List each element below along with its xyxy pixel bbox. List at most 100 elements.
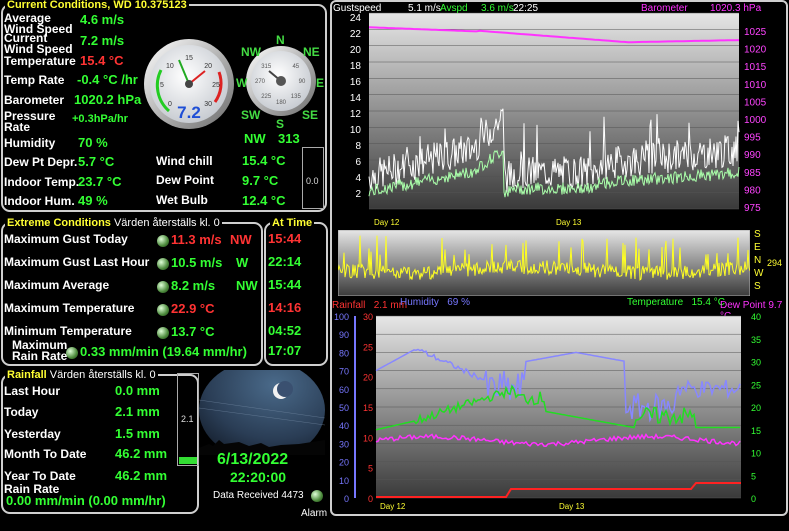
indoor-hum-value: 49 % <box>78 193 108 208</box>
axis-tick-label: 30 <box>339 439 349 449</box>
dew-depression-value: 5.7 °C <box>78 154 115 169</box>
axis-tick-label: 50 <box>339 403 349 413</box>
extreme-row-label: Maximum Gust Today <box>4 232 128 246</box>
rain-today-value: 2.1 mm <box>115 404 160 419</box>
axis-tick-label: 0 <box>344 494 349 504</box>
extreme-row-value: 10.5 m/s <box>171 255 223 270</box>
gauge-tick-label: 15 <box>185 55 193 62</box>
compass-tick-label: 225 <box>261 94 272 100</box>
rain-year-label: Year To Date <box>4 469 76 483</box>
extreme-row-value: 0.33 mm/min (19.64 mm/hr) <box>80 344 247 359</box>
extreme-row-direction: NW <box>236 278 258 293</box>
compass-se: SE <box>302 108 319 122</box>
axis-tick-label: 30 <box>751 358 761 368</box>
gauge-tick-label: 30 <box>204 101 212 108</box>
wind-barometer-graph: 24 22 20 18 16 14 12 10 8 6 4 2 1025 1020 1015 1010 100… <box>350 12 767 227</box>
extreme-row-time: 15:44 <box>268 231 302 246</box>
alarm-indicator <box>311 490 323 502</box>
axis-tick-label: 16 <box>350 77 362 88</box>
small-value-box: 0.0 <box>302 147 324 209</box>
extreme-row-label: Minimum Temperature <box>4 324 132 338</box>
cam-date: 6/13/2022 <box>217 451 289 468</box>
baro-header-label: Barometer <box>641 3 688 14</box>
axis-tick-label: 12 <box>350 109 362 120</box>
temp-series-label: Temperature 15.4 °C <box>627 297 725 308</box>
axis-tick-label: 40 <box>751 312 761 322</box>
axis-tick-label: 1020 <box>744 45 767 56</box>
day-label: Day 12 <box>380 502 406 511</box>
axis-tick-label: 100 <box>334 312 349 322</box>
axis-tick-label: 2 <box>355 189 361 200</box>
gust-header-label: Gustspeed <box>333 3 382 14</box>
gauge-tick-label: 5 <box>160 82 164 89</box>
indoor-temp-label: Indoor Temp. <box>4 175 80 189</box>
webcam-image <box>199 370 325 455</box>
alarm-label: Alarm <box>301 508 328 519</box>
cam-time: 22:20:00 <box>230 469 287 485</box>
rain-month-value: 46.2 mm <box>115 446 168 461</box>
extreme-row-led <box>157 327 169 339</box>
barometer-value: 1020.2 hPa <box>74 92 142 107</box>
temp-rate-value: -0.4 °C /hr <box>77 72 138 87</box>
compass-ne: NE <box>303 45 320 59</box>
compass-s: S <box>276 117 285 131</box>
axis-tick-label: 985 <box>744 168 761 179</box>
gauge-tick-label: 20 <box>204 63 212 70</box>
axis-tick-label: 6 <box>355 157 361 168</box>
axis-tick-label: 10 <box>751 449 761 459</box>
direction-value: 294 <box>767 258 783 268</box>
extreme-row-value: 11.3 m/s <box>171 232 222 247</box>
baro-header-value: 1020.3 hPa <box>710 3 762 14</box>
compass-w: W <box>236 76 248 90</box>
axis-tick-label: 1025 <box>744 27 767 38</box>
compass-n: N <box>276 33 285 47</box>
humidity-label: Humidity <box>4 136 56 150</box>
small-box-value: 0.0 <box>306 176 319 186</box>
dir-scale-n: N <box>754 255 762 266</box>
extreme-row-direction: W <box>236 255 249 270</box>
day-label: Day 13 <box>556 218 582 227</box>
avg-wind-value: 4.6 m/s <box>80 12 125 27</box>
humidity-value: 70 % <box>78 135 108 150</box>
extreme-row-time: 22:14 <box>268 254 302 269</box>
compass-tick-label: 180 <box>276 100 287 106</box>
indoor-temp-value: 23.7 °C <box>78 174 122 189</box>
axis-tick-label: 10 <box>363 433 373 443</box>
rain-month-label: Month To Date <box>4 447 87 461</box>
axis-tick-label: 995 <box>744 133 761 144</box>
compass-e: E <box>316 76 325 90</box>
extreme-row-value: 8.2 m/s <box>171 278 216 293</box>
rain-gauge-value: 2.1 <box>181 414 194 424</box>
gust-header-value: 5.1 m/s <box>408 3 441 14</box>
axis-tick-label: 24 <box>350 13 362 24</box>
hum-series-label: Humidity 69 % <box>400 297 471 308</box>
extreme-row-led <box>157 235 169 247</box>
axis-tick-label: 1010 <box>744 80 767 91</box>
axis-tick-label: 80 <box>339 348 349 358</box>
extreme-row-time: 17:07 <box>268 343 302 358</box>
axis-tick-label: 15 <box>751 426 761 436</box>
dir-scale-s2: S <box>754 281 761 292</box>
wind-chill-label: Wind chill <box>156 154 213 168</box>
dir-scale-e: E <box>754 242 761 253</box>
day-label: Day 13 <box>559 502 585 511</box>
wind-speed-gauge: 0 5 10 15 20 25 30 7.2 <box>144 39 234 129</box>
axis-tick-label: 90 <box>339 330 349 340</box>
graph1-time: 22:25 <box>513 3 539 14</box>
axis-tick-label: 980 <box>744 185 761 196</box>
data-received: Data Received 4473 <box>213 490 304 501</box>
avg-header-label: Avspd <box>440 3 468 14</box>
rain-year-value: 46.2 mm <box>115 468 168 483</box>
pressure-rate-value: +0.3hPa/hr <box>72 113 128 125</box>
extreme-row-label: Maximum Average <box>4 278 110 292</box>
axis-tick-label: 0 <box>751 494 756 504</box>
rain-last-hour-value: 0.0 mm <box>115 383 160 398</box>
current-wind-label: Current Wind Speed <box>4 31 73 56</box>
compass-tick-label: 45 <box>292 64 299 70</box>
dew-depression-label: Dew Pt Depr. <box>4 155 78 169</box>
axis-tick-label: 20 <box>363 373 373 383</box>
extreme-row-led <box>66 347 78 359</box>
rain-gauge-box: 2.1 <box>177 373 199 466</box>
gauge-value: 7.2 <box>177 103 201 122</box>
axis-tick-label: 4 <box>355 173 361 184</box>
